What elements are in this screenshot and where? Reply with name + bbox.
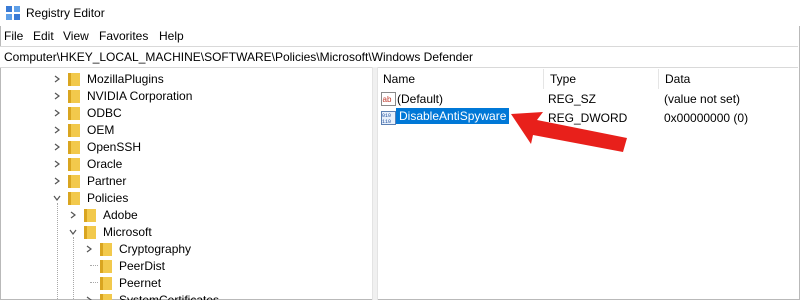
menu-edit[interactable]: Edit xyxy=(33,29,54,43)
tree-item-cryptography[interactable]: Cryptography xyxy=(84,240,191,257)
tree-item-openssh[interactable]: OpenSSH xyxy=(52,138,141,155)
tree-item-odbc[interactable]: ODBC xyxy=(52,104,122,121)
address-path[interactable]: Computer\HKEY_LOCAL_MACHINE\SOFTWARE\Pol… xyxy=(4,50,473,64)
address-bar[interactable]: Computer\HKEY_LOCAL_MACHINE\SOFTWARE\Pol… xyxy=(0,46,798,68)
tree-item-label: Adobe xyxy=(103,207,138,222)
tree-item-label: Policies xyxy=(87,190,129,205)
chevron-down-icon[interactable] xyxy=(68,227,78,237)
chevron-right-icon[interactable] xyxy=(52,159,62,169)
menu-help[interactable]: Help xyxy=(159,29,184,43)
tree-item-label: Cryptography xyxy=(119,241,192,256)
menu-favorites[interactable]: Favorites xyxy=(99,29,148,43)
tree-item-nvidia-corporation[interactable]: NVIDIA Corporation xyxy=(52,87,192,104)
tree-item-label: Partner xyxy=(87,173,127,188)
chevron-right-icon[interactable] xyxy=(52,176,62,186)
value-type: REG_SZ xyxy=(548,92,597,106)
chevron-right-icon[interactable] xyxy=(84,244,94,254)
folder-icon xyxy=(68,191,80,205)
column-header-data[interactable]: Data xyxy=(659,69,799,89)
column-header-name[interactable]: Name xyxy=(377,69,544,89)
tree-item-label: Microsoft xyxy=(103,224,152,239)
folder-icon xyxy=(68,174,80,188)
folder-icon xyxy=(84,208,96,222)
chevron-right-icon[interactable] xyxy=(52,142,62,152)
folder-icon xyxy=(100,293,112,300)
folder-icon xyxy=(100,259,112,273)
tree-item-partner[interactable]: Partner xyxy=(52,172,126,189)
value-row-default[interactable]: ab (Default) REG_SZ (value not set) xyxy=(377,90,800,109)
tree-item-label: MozillaPlugins xyxy=(87,71,164,86)
tree-item-label: OpenSSH xyxy=(87,139,142,154)
title-bar: Registry Editor xyxy=(0,0,800,26)
tree-guide-line xyxy=(73,237,74,300)
tree-guide-branch xyxy=(90,265,98,266)
tree-item-microsoft[interactable]: Microsoft xyxy=(68,223,152,240)
tree-item-label: SystemCertificates xyxy=(119,292,220,300)
chevron-right-icon[interactable] xyxy=(52,91,62,101)
value-data: (value not set) xyxy=(664,92,741,106)
svg-text:110: 110 xyxy=(382,119,391,125)
dword-value-icon: 010 110 xyxy=(381,111,396,125)
tree-item-oracle[interactable]: Oracle xyxy=(52,155,122,172)
registry-tree[interactable]: MozillaPlugins NVIDIA Corporation ODBC OEM O… xyxy=(0,67,372,300)
chevron-down-icon[interactable] xyxy=(52,193,62,203)
column-header-type[interactable]: Type xyxy=(544,69,659,89)
folder-icon xyxy=(68,89,80,103)
menu-file[interactable]: File xyxy=(4,29,23,43)
registry-editor-icon xyxy=(6,6,20,20)
chevron-right-icon[interactable] xyxy=(52,74,62,84)
chevron-right-icon[interactable] xyxy=(52,125,62,135)
values-list[interactable]: Name Type Data ab (Default) REG_SZ (valu… xyxy=(377,67,800,300)
tree-item-label: Oracle xyxy=(87,156,123,171)
folder-icon xyxy=(68,106,80,120)
value-data: 0x00000000 (0) xyxy=(664,111,749,125)
tree-item-adobe[interactable]: Adobe xyxy=(68,206,138,223)
tree-item-label: ODBC xyxy=(87,105,122,120)
value-name: (Default) xyxy=(397,92,444,106)
folder-icon xyxy=(100,242,112,256)
folder-icon xyxy=(100,276,112,290)
folder-icon xyxy=(84,225,96,239)
folder-icon xyxy=(68,72,80,86)
tree-item-systemcertificates[interactable]: SystemCertificates xyxy=(84,291,219,300)
folder-icon xyxy=(68,157,80,171)
tree-item-policies[interactable]: Policies xyxy=(52,189,128,206)
tree-guide-line xyxy=(57,203,58,300)
chevron-right-icon[interactable] xyxy=(52,108,62,118)
svg-text:ab: ab xyxy=(383,95,392,104)
menu-bar: File Edit View Favorites Help xyxy=(0,26,800,46)
folder-icon xyxy=(68,123,80,137)
tree-item-label: OEM xyxy=(87,122,115,137)
string-value-icon: ab xyxy=(381,92,396,106)
tree-item-label: NVIDIA Corporation xyxy=(87,88,193,103)
tree-item-oem[interactable]: OEM xyxy=(52,121,114,138)
menu-view[interactable]: View xyxy=(63,29,89,43)
chevron-right-icon[interactable] xyxy=(84,295,94,300)
tree-item-label: PeerDist xyxy=(119,258,166,273)
tree-guide-branch xyxy=(90,282,98,283)
chevron-right-icon[interactable] xyxy=(68,210,78,220)
value-name-selected: DisableAntiSpyware xyxy=(396,108,510,124)
tree-item-mozillaplugins[interactable]: MozillaPlugins xyxy=(52,70,164,87)
folder-icon xyxy=(68,140,80,154)
tree-item-label: Peernet xyxy=(119,275,162,290)
window-title: Registry Editor xyxy=(26,6,105,20)
red-arrow-annotation xyxy=(511,112,627,152)
